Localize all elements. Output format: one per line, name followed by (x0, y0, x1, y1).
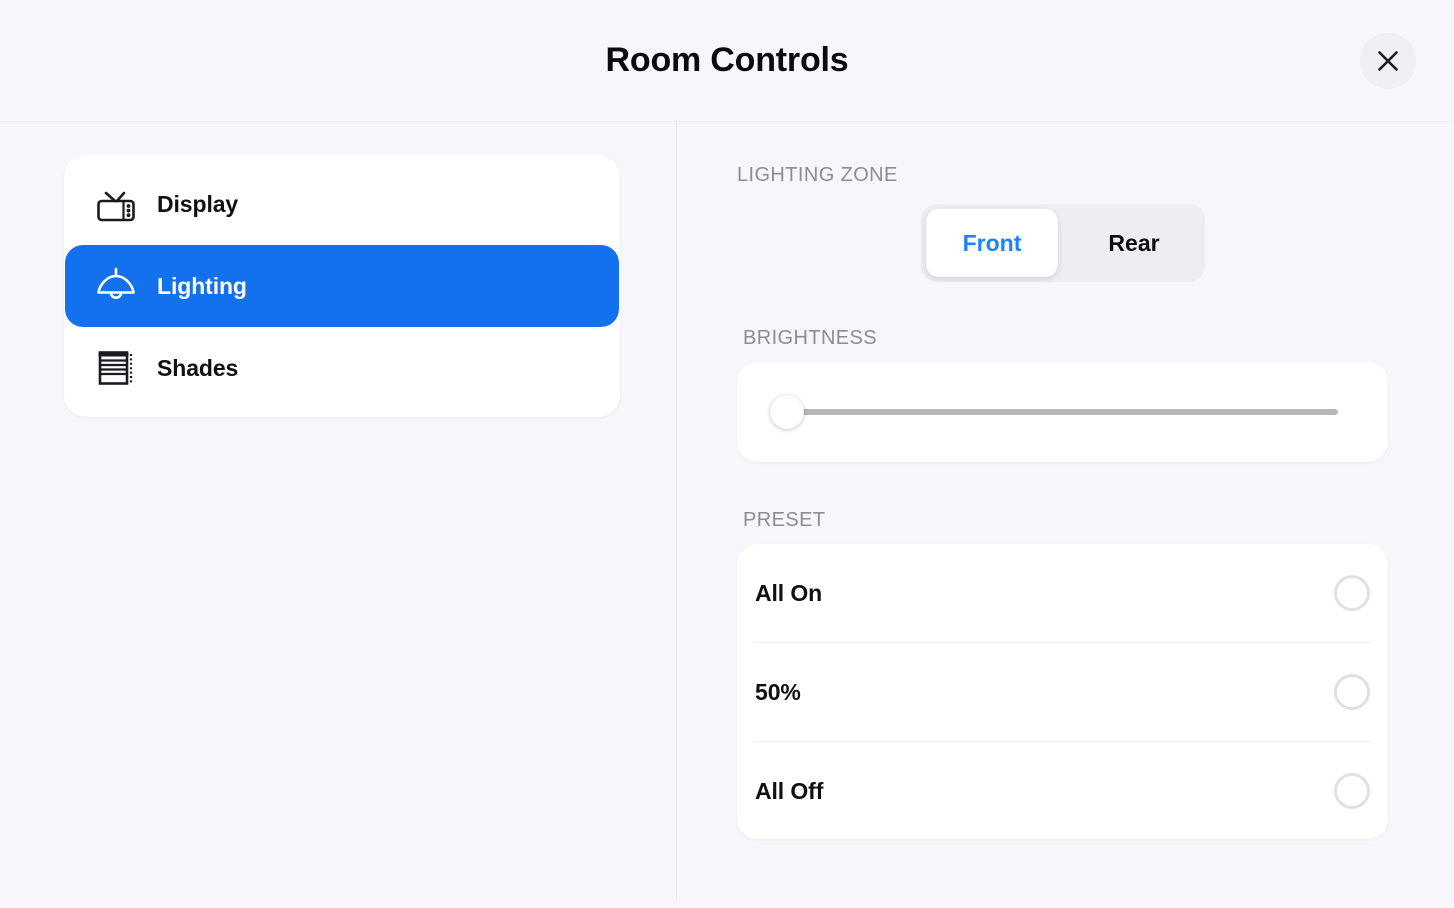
lamp-icon (89, 263, 143, 309)
dialog-header: Room Controls (0, 0, 1454, 122)
brightness-slider[interactable] (770, 395, 1355, 429)
brightness-card (737, 362, 1388, 462)
sidebar-item-display[interactable]: Display (65, 163, 619, 245)
lighting-zone-segmented-control[interactable]: Front Rear (921, 204, 1205, 282)
preset-row-50-percent[interactable]: 50% (755, 642, 1370, 741)
preset-label: PRESET (743, 509, 826, 531)
slider-track[interactable] (787, 409, 1338, 415)
sidebar-card: Display Lighting Shades (64, 155, 620, 417)
blinds-icon (89, 345, 143, 391)
preset-radio[interactable] (1334, 674, 1370, 710)
sidebar-item-label: Shades (157, 354, 239, 381)
preset-radio[interactable] (1334, 773, 1370, 809)
sidebar-item-label: Display (157, 190, 239, 217)
sidebar-item-shades[interactable]: Shades (65, 327, 619, 409)
slider-thumb[interactable] (770, 395, 804, 429)
preset-row-label: 50% (755, 678, 801, 705)
preset-row-all-off[interactable]: All Off (755, 741, 1370, 840)
close-button[interactable] (1360, 33, 1416, 89)
sidebar: Display Lighting Shades (0, 122, 676, 908)
segment-front[interactable]: Front (926, 209, 1058, 277)
sidebar-item-lighting[interactable]: Lighting (65, 245, 619, 327)
page-title: Room Controls (605, 41, 849, 79)
close-icon (1378, 51, 1398, 71)
segment-rear[interactable]: Rear (1068, 209, 1200, 277)
preset-card: All On 50% All Off (737, 544, 1388, 839)
lighting-zone-label: LIGHTING ZONE (737, 164, 898, 186)
sidebar-item-label: Lighting (157, 272, 247, 299)
tv-icon (89, 181, 143, 227)
main-panel: LIGHTING ZONE Front Rear BRIGHTNESS PRES… (677, 122, 1454, 908)
preset-row-all-on[interactable]: All On (755, 544, 1370, 642)
brightness-label: BRIGHTNESS (743, 327, 878, 349)
preset-radio[interactable] (1334, 575, 1370, 611)
preset-row-label: All On (755, 579, 823, 606)
preset-row-label: All Off (755, 777, 824, 804)
